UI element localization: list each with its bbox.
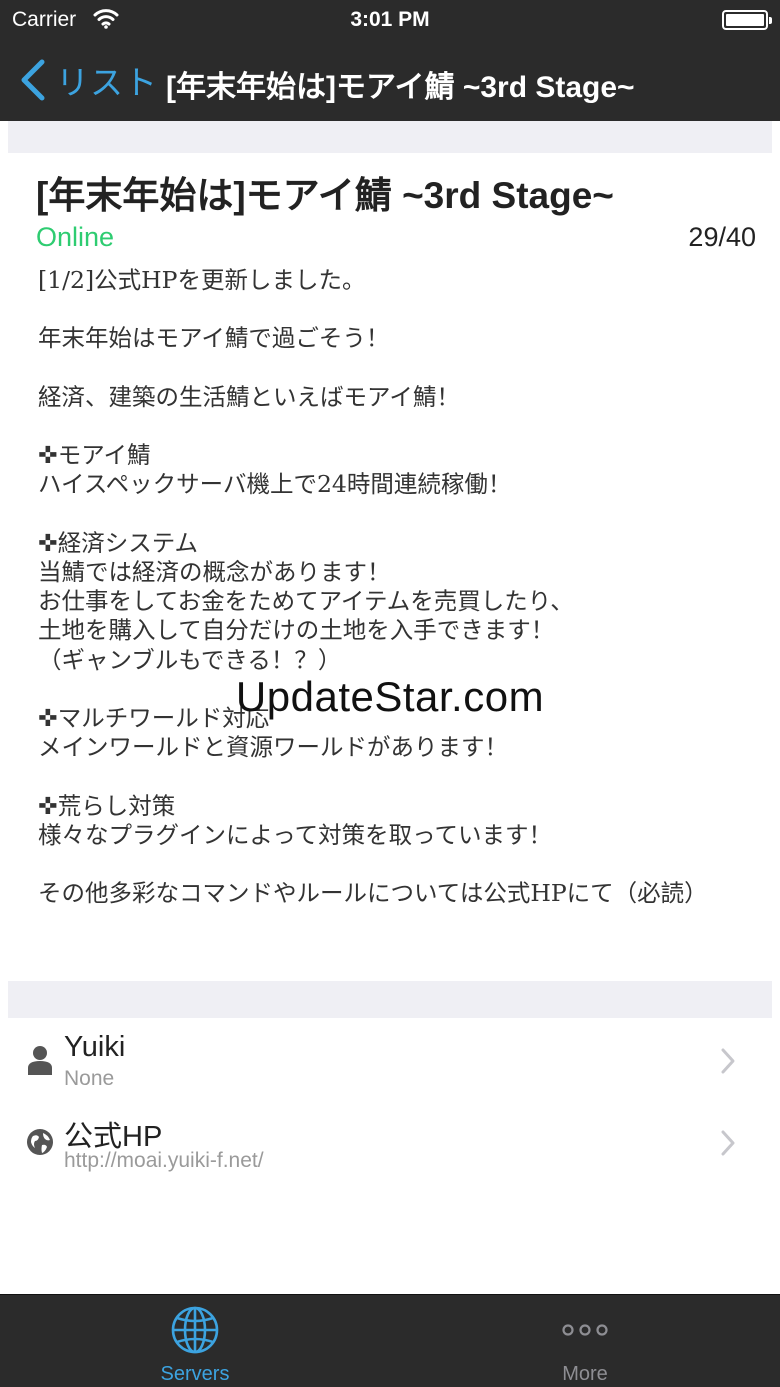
back-button[interactable]: リスト	[18, 56, 158, 104]
globe-icon	[171, 1306, 219, 1354]
owner-row[interactable]: Yuiki None	[0, 1019, 780, 1101]
server-title: [年末年始は]モアイ鯖 ~3rd Stage~	[36, 175, 614, 216]
chevron-right-icon	[721, 1048, 735, 1074]
server-description: [1/2]公式HPを更新しました。 年末年始はモアイ鯖で過ごそう！ 経済、建築の…	[38, 266, 708, 908]
navigation-bar: リスト [年末年始は]モアイ鯖 ~3rd Stage~	[0, 40, 780, 121]
battery-tip	[769, 17, 772, 24]
person-icon	[28, 1046, 52, 1075]
globe-icon	[27, 1129, 53, 1155]
watermark: UpdateStar.com	[235, 673, 545, 720]
more-icon	[562, 1324, 608, 1336]
website-row[interactable]: 公式HP http://moai.yuiki-f.net/	[0, 1101, 780, 1183]
back-label: リスト	[56, 64, 158, 101]
nav-title: [年末年始は]モアイ鯖 ~3rd Stage~	[166, 71, 635, 104]
server-status: Online	[36, 222, 115, 252]
battery-level	[726, 14, 764, 26]
battery-icon	[722, 10, 772, 30]
chevron-left-icon	[21, 59, 45, 101]
tab-bar: Servers More	[0, 1294, 780, 1387]
tab-servers[interactable]: Servers	[0, 1295, 390, 1387]
owner-name: Yuiki	[64, 1031, 126, 1063]
section-separator	[8, 981, 772, 1018]
status-bar: Carrier 3:01 PM	[0, 0, 780, 40]
status-time: 3:01 PM	[350, 8, 430, 31]
tab-more-label: More	[562, 1363, 608, 1385]
tab-servers-label: Servers	[160, 1363, 230, 1385]
server-detail: [年末年始は]モアイ鯖 ~3rd Stage~ Online 29/40 [1/…	[0, 121, 780, 1294]
website-url: http://moai.yuiki-f.net/	[64, 1149, 264, 1172]
chevron-right-icon	[721, 1130, 735, 1156]
top-bar: Carrier 3:01 PM リスト [年末年始は]モアイ鯖 ~3rd Sta…	[0, 0, 780, 121]
section-separator	[8, 121, 772, 153]
owner-subtitle: None	[64, 1067, 115, 1090]
tab-more[interactable]: More	[390, 1295, 780, 1387]
player-count: 29/40	[688, 222, 756, 252]
